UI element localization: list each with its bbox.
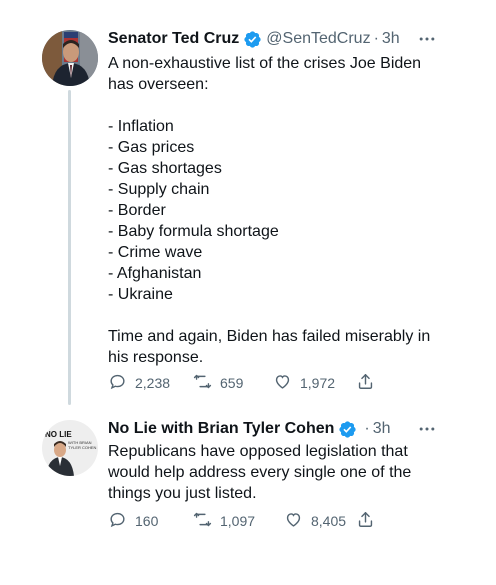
share-button[interactable] bbox=[356, 510, 375, 532]
more-options-icon[interactable] bbox=[414, 419, 440, 439]
avatar-no-lie[interactable]: NO LIE WITH BRIAN TYLER COHEN bbox=[42, 420, 98, 476]
like-icon bbox=[284, 510, 303, 532]
retweet-button[interactable]: 1,097 bbox=[193, 510, 255, 532]
tweet-body: Republicans have opposed legislation tha… bbox=[108, 443, 412, 502]
reply-icon bbox=[108, 510, 127, 532]
svg-text:TYLER COHEN: TYLER COHEN bbox=[68, 445, 97, 450]
reply-button[interactable]: 160 bbox=[108, 510, 158, 532]
timestamp[interactable]: 3h bbox=[373, 419, 391, 439]
tweet-text: Republicans have opposed legislation tha… bbox=[108, 441, 448, 504]
like-button[interactable]: 8,405 bbox=[284, 510, 346, 532]
retweet-icon bbox=[193, 510, 212, 532]
tweet-header: No Lie with Brian Tyler Cohen · 3h bbox=[108, 419, 391, 439]
retweet-count: 1,097 bbox=[220, 513, 256, 529]
author-name[interactable]: No Lie with Brian Tyler Cohen bbox=[108, 419, 334, 439]
tweet-no-lie-brian-tyler-cohen[interactable]: NO LIE WITH BRIAN TYLER COHEN No Lie wit… bbox=[0, 0, 496, 585]
separator-dot: · bbox=[364, 420, 370, 437]
like-count: 8,405 bbox=[311, 513, 347, 529]
verified-badge-icon bbox=[338, 420, 357, 439]
avatar-logo-text: NO LIE bbox=[45, 430, 72, 439]
share-icon bbox=[356, 510, 375, 532]
reply-count: 160 bbox=[135, 513, 159, 529]
